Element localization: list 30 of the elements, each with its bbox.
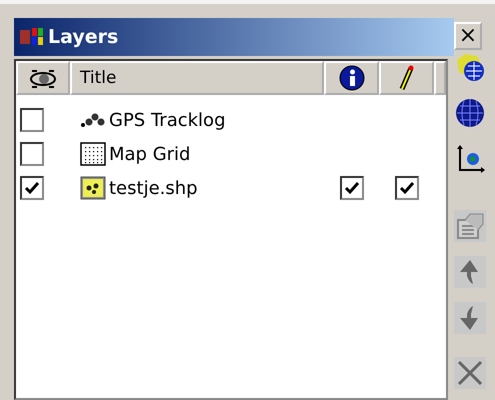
checkbox[interactable] — [340, 176, 364, 200]
grid-icon — [80, 142, 106, 166]
globe-button[interactable] — [454, 97, 486, 129]
checkmark-icon — [24, 181, 40, 195]
visibility-column-header[interactable] — [16, 61, 70, 95]
window-title: Layers — [48, 26, 118, 48]
globe-icon — [454, 98, 484, 128]
edit-column-header[interactable] — [379, 61, 434, 95]
layer-name[interactable]: GPS Tracklog — [109, 110, 226, 130]
layers-globe-icon — [454, 52, 484, 82]
checkbox[interactable] — [395, 176, 419, 200]
checkbox[interactable] — [20, 108, 44, 132]
checkbox[interactable] — [20, 142, 44, 166]
title-column-header[interactable]: Title — [70, 61, 324, 95]
properties-icon — [454, 211, 484, 241]
tracklog-icon — [80, 111, 106, 129]
layer-name[interactable]: testje.shp — [109, 178, 198, 198]
info-icon — [338, 65, 364, 91]
info-column-header[interactable] — [324, 61, 379, 95]
axes-globe-icon — [454, 144, 484, 174]
app-icon — [20, 27, 44, 47]
checkbox[interactable] — [20, 176, 44, 200]
eye-icon — [28, 67, 58, 89]
checkmark-icon — [344, 181, 360, 195]
close-button[interactable]: × — [454, 22, 482, 50]
remove-icon — [456, 359, 484, 387]
layer-name[interactable]: Map Grid — [109, 144, 190, 164]
pencil-icon — [398, 65, 414, 91]
checkmark-icon — [399, 181, 415, 195]
shapefile-icon — [80, 176, 106, 200]
